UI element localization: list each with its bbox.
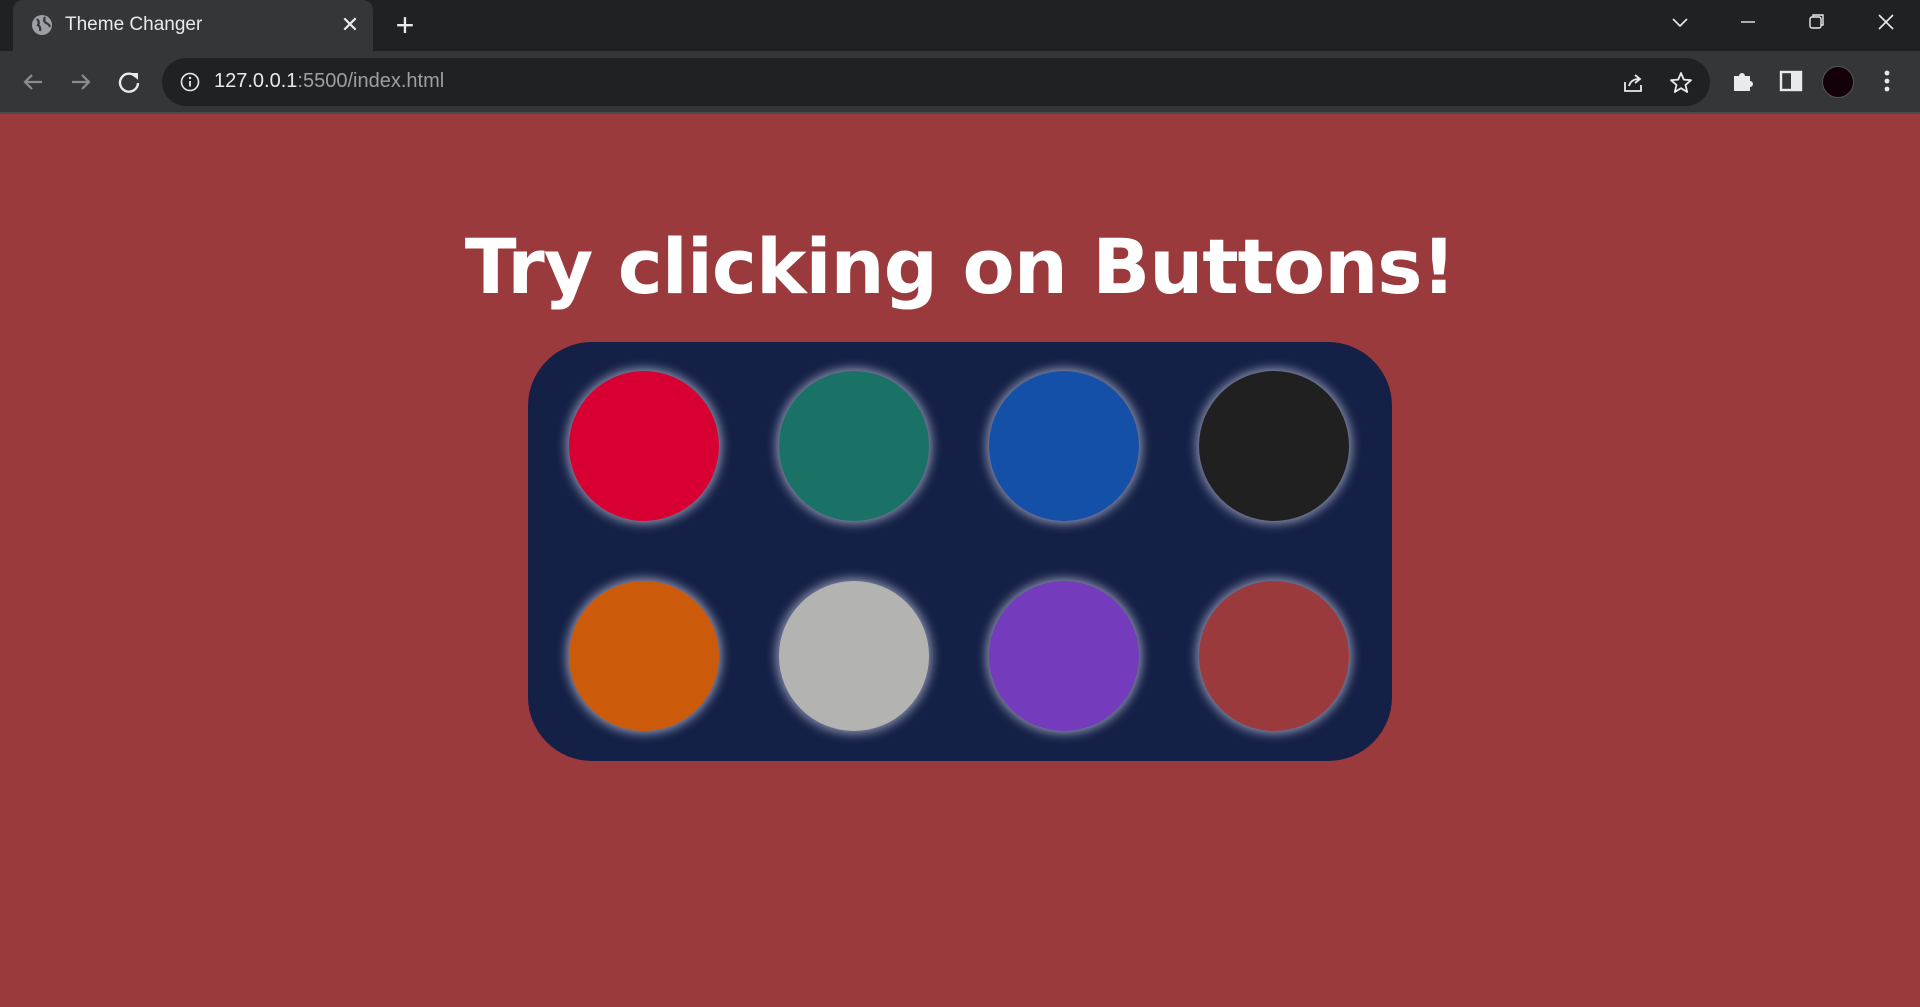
color-button-teal[interactable] (779, 371, 929, 521)
restore-icon[interactable] (1798, 8, 1834, 38)
close-window-icon[interactable] (1868, 8, 1904, 38)
page-heading: Try clicking on Buttons! (464, 222, 1456, 311)
forward-arrow-icon[interactable] (64, 65, 98, 99)
color-button-blue[interactable] (989, 371, 1139, 521)
globe-icon (32, 15, 52, 35)
browser-toolbar: 127.0.0.1:5500/index.html (0, 51, 1920, 112)
color-button-black[interactable] (1199, 371, 1349, 521)
side-panel-icon[interactable] (1776, 66, 1806, 96)
minimize-icon[interactable] (1730, 8, 1766, 38)
tab-close-icon[interactable]: ✕ (337, 12, 363, 38)
browser-tab-strip: Theme Changer ✕ + (0, 0, 1920, 51)
new-tab-button[interactable]: + (390, 9, 420, 41)
color-button-red[interactable] (569, 371, 719, 521)
url-path: :5500/index.html (297, 70, 445, 92)
more-menu-icon[interactable] (1872, 66, 1902, 96)
url-host: 127.0.0.1 (214, 70, 298, 92)
color-button-orange[interactable] (569, 581, 719, 731)
color-button-maroon[interactable] (1199, 581, 1349, 731)
color-button-purple[interactable] (989, 581, 1139, 731)
tab-title: Theme Changer (65, 14, 203, 35)
back-arrow-icon[interactable] (16, 65, 50, 99)
reload-icon[interactable] (112, 65, 146, 99)
url-text[interactable]: 127.0.0.1:5500/index.html (214, 70, 444, 93)
site-info-icon[interactable] (180, 72, 200, 92)
address-bar[interactable]: 127.0.0.1:5500/index.html (162, 58, 1710, 106)
profile-avatar[interactable] (1822, 66, 1854, 98)
color-buttons-panel (528, 342, 1392, 761)
extensions-puzzle-icon[interactable] (1728, 66, 1758, 96)
browser-tab[interactable]: Theme Changer ✕ (13, 0, 373, 51)
tab-search-chevron-icon[interactable] (1662, 8, 1698, 38)
bookmark-star-icon[interactable] (1668, 70, 1694, 96)
share-icon[interactable] (1620, 70, 1646, 96)
color-button-gray[interactable] (779, 581, 929, 731)
page-body: Try clicking on Buttons! (0, 114, 1920, 1007)
